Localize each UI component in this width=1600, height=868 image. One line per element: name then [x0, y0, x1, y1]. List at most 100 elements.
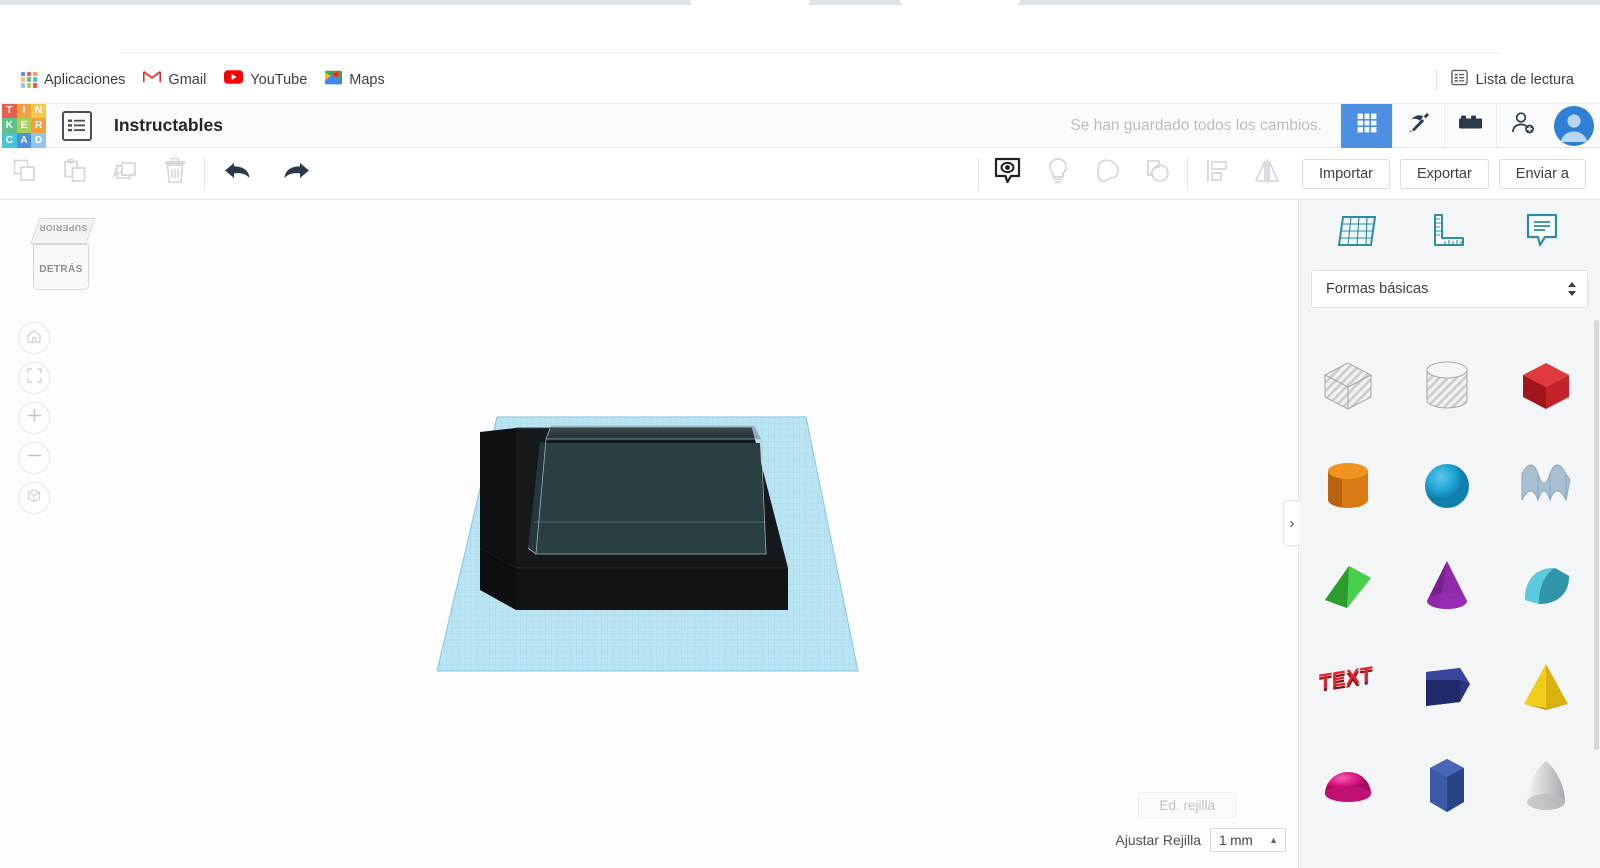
tab-note[interactable]	[1518, 209, 1566, 257]
bookmark-youtube[interactable]: YouTube	[215, 65, 316, 94]
grid-edit-button[interactable]: Ed. rejilla	[1138, 792, 1236, 818]
snap-grid-select[interactable]: 1 mm ▲	[1210, 828, 1286, 852]
undo-button[interactable]	[209, 148, 267, 200]
toolbar-divider	[204, 157, 205, 190]
caret-up-icon: ▲	[1269, 835, 1278, 845]
reading-list-label: Lista de lectura	[1475, 71, 1574, 88]
shape-half-sphere[interactable]	[1299, 736, 1398, 836]
shape-category-select[interactable]: Formas básicas	[1311, 270, 1588, 308]
group-button[interactable]	[1133, 148, 1183, 200]
shape-cylinder-hole[interactable]	[1398, 336, 1497, 436]
redo-button[interactable]	[267, 148, 325, 200]
duplicate-button[interactable]	[100, 148, 150, 200]
grid-3x3-icon	[1355, 111, 1379, 140]
shape-box-hole[interactable]	[1299, 336, 1398, 436]
browser-tab[interactable]	[900, 0, 1020, 6]
apps-grid-icon	[21, 71, 37, 88]
bookmark-label: YouTube	[250, 71, 308, 88]
address-bar[interactable]	[120, 52, 1500, 54]
group-shapes-icon	[1145, 158, 1171, 189]
shape-hex-prism[interactable]	[1398, 736, 1497, 836]
shape-grid: TEXT TEXT	[1299, 328, 1595, 868]
blocks-button[interactable]	[1444, 103, 1496, 148]
bookmark-maps[interactable]: Maps	[316, 64, 393, 96]
bookmark-aplicaciones[interactable]: Aplicaciones	[12, 67, 134, 93]
browser-tab[interactable]	[690, 0, 810, 6]
tab-workplane[interactable]	[1333, 209, 1381, 257]
design-canvas[interactable]: SUPERIOR DETRÁS Ed. rejilla Ajustar Reji…	[0, 200, 1298, 868]
shape-sphere[interactable]	[1398, 436, 1497, 536]
show-hide-button[interactable]	[983, 148, 1033, 200]
align-button[interactable]	[1192, 148, 1242, 200]
export-button[interactable]: Exportar	[1399, 158, 1489, 189]
trash-icon	[163, 157, 187, 189]
undo-arrow-icon	[223, 159, 253, 188]
toolbar-divider	[977, 157, 979, 190]
logo-tile: K	[2, 118, 17, 133]
bookmark-label: Aplicaciones	[44, 71, 126, 88]
3d-scene[interactable]	[0, 200, 1298, 868]
page-title[interactable]: Instructables	[114, 115, 223, 136]
eye-bubble-icon	[994, 157, 1021, 190]
browser-chrome	[0, 0, 1600, 56]
reading-list-icon	[1450, 69, 1468, 91]
mirror-button[interactable]	[1242, 148, 1292, 200]
tab-ruler[interactable]	[1425, 209, 1473, 257]
shape-category-value: Formas básicas	[1326, 281, 1429, 297]
shape-text[interactable]: TEXT TEXT	[1299, 636, 1398, 736]
delete-button[interactable]	[150, 148, 200, 200]
logo-tile: A	[16, 132, 32, 148]
add-person-icon	[1510, 110, 1536, 141]
shape-box[interactable]	[1496, 336, 1595, 436]
model-enclosure[interactable]	[480, 425, 788, 610]
invite-button[interactable]	[1496, 103, 1548, 148]
shape-pyramid[interactable]	[1496, 636, 1595, 736]
avatar[interactable]	[1548, 104, 1600, 148]
paste-button[interactable]	[50, 148, 100, 200]
shapes-panel: › Formas básicas TEXT TEXT	[1283, 200, 1600, 868]
shape-scribble[interactable]	[1496, 436, 1595, 536]
send-to-button[interactable]: Enviar a	[1498, 158, 1586, 189]
lego-brick-icon	[1458, 113, 1484, 138]
shape-paraboloid[interactable]	[1496, 736, 1595, 836]
paste-icon	[62, 158, 88, 189]
shape-round-roof[interactable]	[1496, 536, 1595, 636]
logo-tile: D	[31, 132, 46, 148]
logo-tile: I	[16, 103, 32, 119]
shape-button[interactable]	[1083, 148, 1133, 200]
light-button[interactable]	[1033, 148, 1083, 200]
copy-button[interactable]	[0, 148, 50, 200]
toolbar-divider	[1186, 157, 1188, 190]
mirror-icon	[1253, 158, 1281, 189]
reading-list-button[interactable]: Lista de lectura	[1435, 68, 1588, 91]
panel-collapse-button[interactable]: ›	[1283, 500, 1300, 546]
lightbulb-icon	[1047, 157, 1069, 190]
shape-cone[interactable]	[1398, 536, 1497, 636]
list-panel-icon[interactable]	[62, 110, 92, 141]
redo-arrow-icon	[281, 159, 311, 188]
bookmark-label: Maps	[349, 71, 385, 88]
tinkercad-logo[interactable]: T I N K E R C A D	[2, 103, 46, 148]
grid-view-button[interactable]	[1340, 103, 1392, 148]
bookmark-gmail[interactable]: Gmail	[134, 65, 215, 94]
copy-icon	[12, 158, 38, 189]
edit-toolbar: Importar Exportar Enviar a	[0, 148, 1600, 200]
logo-tile: T	[2, 103, 17, 119]
snap-grid-row: Ajustar Rejilla 1 mm ▲	[1115, 828, 1286, 852]
logo-tile: E	[16, 118, 32, 133]
workplane-grid-icon	[1335, 211, 1379, 256]
pickaxe-icon	[1406, 110, 1432, 141]
codeblocks-button[interactable]	[1392, 103, 1444, 148]
import-button[interactable]: Importar	[1301, 158, 1390, 189]
shape-polygon[interactable]	[1398, 636, 1497, 736]
gmail-icon	[143, 70, 162, 89]
panel-scrollbar[interactable]	[1594, 320, 1599, 750]
shape-cylinder[interactable]	[1299, 436, 1398, 536]
shape-roof[interactable]	[1299, 536, 1398, 636]
snap-grid-value: 1 mm	[1219, 832, 1253, 848]
maps-icon	[325, 69, 343, 91]
blob-shape-icon	[1095, 158, 1121, 189]
bookmarks-bar: Aplicaciones Gmail YouTube Maps Lista de…	[0, 56, 1600, 104]
logo-tile: R	[31, 118, 46, 133]
app-header: T I N K E R C A D Instructables Se han g…	[0, 103, 1600, 148]
